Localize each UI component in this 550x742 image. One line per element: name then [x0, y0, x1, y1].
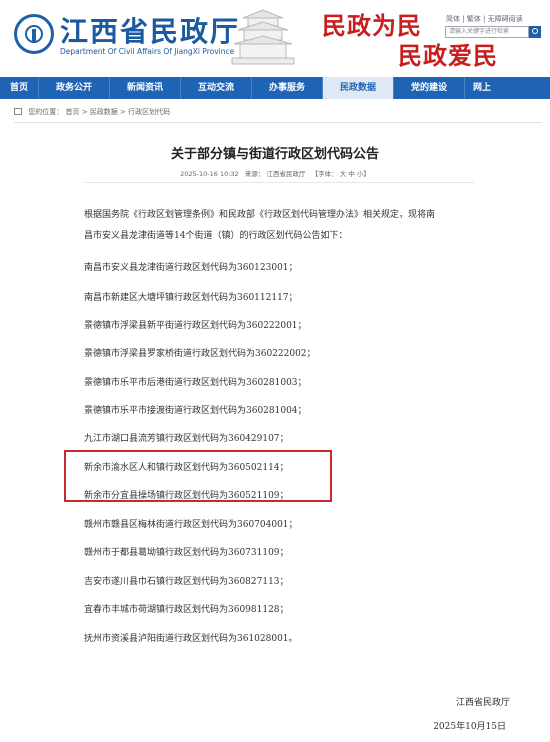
- breadcrumb-separator: >: [81, 108, 88, 116]
- list-item: 抚州市资溪县泸阳街道行政区划代码为361028001。: [84, 634, 298, 644]
- article-meta: 2025-10-16 10:32 来源： 江西省民政厅 【字体： 大 中 小】: [0, 168, 550, 178]
- list-item: 南昌市安义县龙津街道行政区划代码为360123001；: [84, 263, 298, 273]
- list-item: 景德镇市乐平市接渡街道行政区划代码为360281004；: [84, 406, 307, 416]
- site-subtitle: Department Of Civil Affairs Of JiangXi P…: [60, 47, 235, 56]
- nav-item-interaction[interactable]: 互动交流: [181, 77, 251, 99]
- breadcrumb-prefix: 您的位置：: [28, 108, 64, 116]
- sign-date: 2025年10月15日: [433, 722, 506, 732]
- pavilion-illustration-icon: [231, 9, 295, 65]
- intro-line-2: 昌市安义县龙津街道等14个街道（镇）的行政区划代码公告如下：: [84, 231, 348, 241]
- font-size-controls[interactable]: 【字体： 大 中 小】: [312, 170, 370, 178]
- main-nav: 首页 政务公开 新闻资讯 互动交流 办事服务 民政数据 党的建设 网上: [0, 77, 550, 99]
- article-source: 来源： 江西省民政厅: [244, 170, 306, 178]
- article-date: 2025-10-16 10:32: [180, 170, 239, 178]
- ministry-logo-icon[interactable]: [14, 14, 54, 54]
- site-title[interactable]: 江西省民政厅: [60, 10, 240, 50]
- location-icon: [14, 107, 22, 115]
- search-input[interactable]: 请输入关键字进行检索: [445, 26, 529, 38]
- list-item: 赣州市赣县区梅林街道行政区划代码为360704001；: [84, 520, 298, 530]
- top-links[interactable]: 简体 | 繁体 | 无障碍阅读: [446, 14, 523, 24]
- breadcrumb-division-codes[interactable]: 行政区划代码: [128, 108, 170, 116]
- nav-item-party[interactable]: 党的建设: [394, 77, 464, 99]
- nav-item-civil-data[interactable]: 民政数据: [323, 77, 393, 99]
- breadcrumb-civil-data[interactable]: 民政数据: [90, 108, 118, 116]
- list-item: 景德镇市乐平市后港街道行政区划代码为360281003；: [84, 378, 307, 388]
- intro-line-1: 根据国务院《行政区划管理条例》和民政部《行政区划代码管理办法》相关规定，现将南: [84, 210, 436, 220]
- site-header: 江西省民政厅 Department Of Civil Affairs Of Ji…: [0, 0, 550, 76]
- list-item: 景德镇市浮梁县新平街道行政区划代码为360222001；: [84, 321, 307, 331]
- signature: 江西省民政厅: [455, 698, 510, 708]
- nav-item-gov-affairs[interactable]: 政务公开: [39, 77, 109, 99]
- nav-item-online[interactable]: 网上: [465, 77, 499, 99]
- breadcrumb-home[interactable]: 首页: [65, 108, 79, 116]
- highlight-box: [64, 450, 332, 502]
- list-item: 赣州市于都县葛坳镇行政区划代码为360731109；: [84, 548, 289, 558]
- article-title: 关于部分镇与街道行政区划代码公告: [170, 147, 379, 162]
- nav-item-news[interactable]: 新闻资讯: [110, 77, 180, 99]
- breadcrumb-divider: [14, 122, 542, 123]
- list-item: 南昌市新建区大塘坪镇行政区划代码为360112117；: [84, 293, 298, 303]
- list-item: 九江市湖口县流芳镇行政区划代码为360429107；: [84, 434, 289, 444]
- breadcrumb: 您的位置： 首页 > 民政数据 > 行政区划代码: [14, 105, 170, 119]
- nav-item-home[interactable]: 首页: [0, 77, 38, 99]
- list-item: 宜春市丰城市荷湖镇行政区划代码为360981128；: [84, 605, 289, 615]
- list-item: 景德镇市浮梁县罗家桥街道行政区划代码为360222002；: [84, 349, 316, 359]
- meta-divider: [84, 182, 474, 183]
- breadcrumb-separator: >: [120, 108, 126, 116]
- nav-item-services[interactable]: 办事服务: [252, 77, 322, 99]
- article-intro: 根据国务院《行政区划管理条例》和民政部《行政区划代码管理办法》相关规定，现将南 …: [84, 205, 519, 247]
- search-icon[interactable]: [529, 26, 541, 38]
- slogan-line-2: 民政爱民: [398, 41, 498, 70]
- list-item: 吉安市遂川县巾石镇行政区划代码为360827113；: [84, 577, 289, 587]
